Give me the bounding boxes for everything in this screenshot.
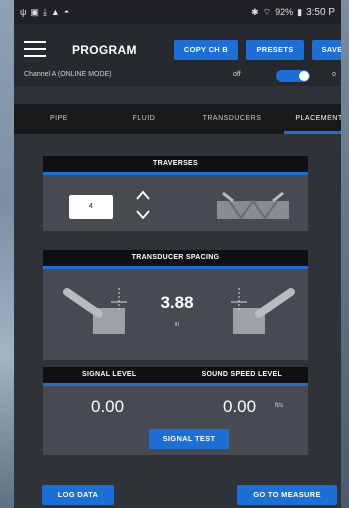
- tab-transducers[interactable]: TRANSDUCERS: [192, 104, 272, 134]
- spacing-card: TRANSDUCER SPACING 3.88 in: [43, 250, 308, 360]
- toggle-off-label: off: [233, 71, 241, 78]
- notification-icons: ψ ▣ ⤓ ▲ ◓: [20, 6, 70, 17]
- clock: 3:50 P: [306, 6, 335, 18]
- levels-header: SIGNAL LEVEL SOUND SPEED LEVEL: [43, 367, 308, 383]
- gallery-icon: ▣: [30, 6, 39, 17]
- traverses-input[interactable]: 4: [69, 195, 113, 219]
- copy-channel-button[interactable]: COPY CH B: [174, 40, 238, 60]
- backdrop-left: [0, 0, 14, 508]
- signal-test-button[interactable]: SIGNAL TEST: [149, 429, 229, 449]
- tab-placement[interactable]: PLACEMENT: [284, 104, 341, 134]
- signal-level-title: SIGNAL LEVEL: [82, 371, 137, 378]
- warning-icon: ▲: [50, 6, 60, 17]
- bluetooth-icon: ✱: [251, 6, 259, 17]
- go-to-measure-button[interactable]: GO TO MEASURE: [237, 485, 337, 505]
- app-screen: ψ ▣ ⤓ ▲ ◓ ✱ ⌔ 92% ▮ 3:50 P PROGRAM COPY …: [14, 0, 341, 508]
- signal-level-value: 0.00: [91, 397, 125, 416]
- status-bar: ψ ▣ ⤓ ▲ ◓ ✱ ⌔ 92% ▮ 3:50 P: [14, 0, 341, 24]
- page-title: PROGRAM: [72, 43, 137, 57]
- chevron-up-icon[interactable]: [135, 189, 151, 201]
- sound-speed-unit: ft/s: [275, 403, 284, 409]
- channel-label: Channel A (ONLINE MODE): [24, 71, 112, 78]
- tab-bar: PIPE FLUID TRANSDUCERS PLACEMENT: [14, 104, 341, 134]
- status-right: ✱ ⌔ 92% ▮ 3:50 P: [251, 7, 335, 18]
- sound-speed-value: 0.00: [223, 397, 257, 416]
- traverses-title: TRAVERSES: [43, 156, 308, 172]
- menu-icon[interactable]: [24, 41, 46, 57]
- transducer-left-icon: [63, 288, 127, 334]
- levels-card: SIGNAL LEVEL SOUND SPEED LEVEL 0.00 0.00…: [43, 367, 308, 455]
- tab-fluid[interactable]: FLUID: [119, 104, 169, 134]
- toggle-on-label: o: [332, 71, 336, 78]
- tab-pipe[interactable]: PIPE: [34, 104, 84, 134]
- chevron-down-icon[interactable]: [135, 209, 151, 221]
- traverses-card: TRAVERSES 4: [43, 156, 308, 231]
- wifi-icon: ⌔: [262, 6, 272, 17]
- channel-row: Channel A (ONLINE MODE) off o: [14, 66, 341, 86]
- app-bar: PROGRAM COPY CH B PRESETS SAVE: [14, 24, 341, 72]
- usb-icon: ψ: [20, 6, 27, 17]
- sound-speed-title: SOUND SPEED LEVEL: [201, 371, 283, 378]
- download-icon: ⤓: [42, 6, 47, 17]
- save-button[interactable]: SAVE: [312, 40, 341, 60]
- toggle-knob: [299, 71, 309, 81]
- online-mode-toggle[interactable]: [276, 70, 310, 82]
- spacing-value: 3.88: [160, 293, 194, 312]
- log-data-button[interactable]: LOG DATA: [42, 485, 114, 505]
- spacing-title: TRANSDUCER SPACING: [43, 250, 308, 266]
- card-accent-line: [43, 383, 308, 386]
- spacing-unit: in: [174, 322, 180, 328]
- android-icon: ◓: [63, 6, 70, 17]
- card-accent-line: [43, 172, 308, 175]
- card-accent-line: [43, 266, 308, 269]
- traverse-diagram-icon: [217, 191, 289, 220]
- presets-button[interactable]: PRESETS: [246, 40, 304, 60]
- battery-percent: 92%: [275, 7, 294, 17]
- battery-icon: ▮: [297, 6, 303, 17]
- transducer-right-icon: [231, 288, 295, 334]
- active-tab-indicator: [284, 131, 341, 134]
- backdrop-right: [341, 0, 349, 508]
